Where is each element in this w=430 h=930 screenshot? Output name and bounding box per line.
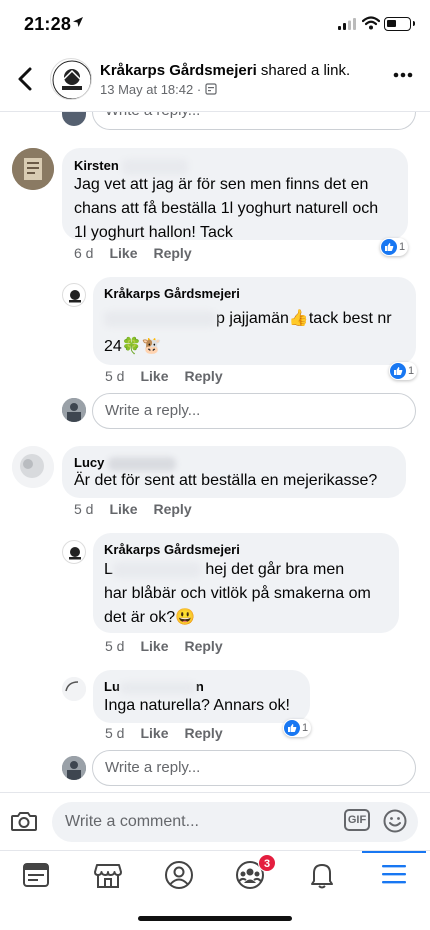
- reply-text: Inga naturella? Annars ok!: [104, 697, 290, 714]
- commenter-avatar[interactable]: [12, 148, 54, 190]
- comment-actions: 5 d Like Reply: [74, 501, 208, 517]
- post-date[interactable]: 13 May at 18:42 ·: [100, 82, 205, 97]
- tab-menu[interactable]: [362, 851, 426, 891]
- reply-time[interactable]: 5 d: [105, 368, 124, 384]
- shared-action: shared a link.: [256, 62, 351, 79]
- reply-bubble[interactable]: Kråkarps Gårdsmejeri p jajjamän👍tack bes…: [93, 277, 416, 365]
- back-arrow-icon[interactable]: [14, 64, 38, 94]
- like-reaction-icon: [284, 720, 300, 736]
- comment-time[interactable]: 5 d: [74, 501, 93, 517]
- user-avatar: [62, 398, 86, 422]
- page-avatar[interactable]: [50, 58, 92, 100]
- gif-button[interactable]: GIF: [344, 809, 370, 831]
- reply-text: p jajjamän👍tack best nr 24🍀🐮: [104, 310, 392, 355]
- reply-author-name[interactable]: Kråkarps Gårdsmejeri: [104, 542, 240, 557]
- marketplace-icon[interactable]: [88, 859, 128, 891]
- reply-text: L hej det går bra men har blåbär och vit…: [104, 561, 371, 626]
- status-bar: 21:28: [0, 0, 430, 50]
- page-reply-avatar[interactable]: [62, 540, 86, 564]
- like-reaction-icon: [381, 239, 397, 255]
- reaction-count[interactable]: 1: [380, 238, 409, 256]
- comment-input[interactable]: Write a comment... GIF: [52, 802, 418, 842]
- reply-actions: 5 d Like Reply: [105, 368, 239, 384]
- bell-icon[interactable]: [302, 859, 342, 891]
- reply-actions: 5 d Like Reply: [105, 638, 239, 654]
- comment-text: Är det för sent att beställa en mejerika…: [74, 472, 378, 489]
- more-options-icon[interactable]: [393, 72, 413, 78]
- home-indicator: [138, 916, 292, 921]
- reply-button[interactable]: Reply: [153, 245, 191, 261]
- reply-time[interactable]: 5 d: [105, 638, 124, 654]
- commenter-name[interactable]: Lu n: [104, 679, 204, 694]
- reaction-count[interactable]: 1: [389, 362, 418, 380]
- notification-badge: 3: [258, 854, 276, 872]
- commenter-avatar[interactable]: [62, 677, 86, 701]
- emoji-icon[interactable]: [382, 808, 408, 834]
- battery-icon: [384, 17, 415, 31]
- like-button[interactable]: Like: [109, 501, 137, 517]
- like-button[interactable]: Like: [140, 725, 168, 741]
- like-button[interactable]: Like: [140, 368, 168, 384]
- page-reply-avatar[interactable]: [62, 283, 86, 307]
- reaction-count[interactable]: 1: [283, 719, 312, 737]
- privacy-icon: [205, 83, 217, 95]
- location-arrow-icon: [73, 17, 83, 27]
- reply-bubble[interactable]: Kråkarps Gårdsmejeri L hej det går bra m…: [93, 533, 399, 633]
- reply-button[interactable]: Reply: [184, 725, 222, 741]
- comment-placeholder: Write a comment...: [65, 813, 199, 830]
- profile-icon[interactable]: [159, 859, 199, 891]
- user-avatar: [62, 756, 86, 780]
- like-reaction-icon: [390, 363, 406, 379]
- post-author-line: Kråkarps Gårdsmejeri shared a link.: [100, 62, 350, 79]
- comment-text: Jag vet att jag är för sen men finns det…: [74, 176, 379, 241]
- status-time: 21:28: [24, 14, 72, 34]
- post-header: Kråkarps Gårdsmejeri shared a link. 13 M…: [0, 50, 430, 112]
- reply-button[interactable]: Reply: [184, 638, 222, 654]
- reply-placeholder: Write a reply...: [105, 402, 201, 419]
- reply-button[interactable]: Reply: [184, 368, 222, 384]
- commenter-avatar[interactable]: [12, 446, 54, 488]
- camera-icon[interactable]: [10, 809, 38, 833]
- reply-actions: 5 d Like Reply: [105, 725, 239, 741]
- wifi-icon: [362, 16, 380, 30]
- like-button[interactable]: Like: [140, 638, 168, 654]
- reply-placeholder: Write a reply...: [105, 759, 201, 776]
- comment-bubble[interactable]: Kirsten Jag vet att jag är för sen men f…: [62, 148, 408, 241]
- comment-time[interactable]: 6 d: [74, 245, 93, 261]
- comment-bubble[interactable]: Lucy Är det för sent att beställa en mej…: [62, 446, 406, 498]
- reply-input[interactable]: Write a reply...: [92, 393, 416, 429]
- reply-input[interactable]: Write a reply...: [92, 750, 416, 786]
- hamburger-menu-icon: [382, 865, 406, 884]
- news-feed-icon[interactable]: [16, 859, 56, 891]
- reply-time[interactable]: 5 d: [105, 725, 124, 741]
- like-button[interactable]: Like: [109, 245, 137, 261]
- reply-bubble[interactable]: Lu n Inga naturella? Annars ok!: [93, 670, 310, 723]
- cellular-signal-icon: [338, 18, 356, 30]
- reply-button[interactable]: Reply: [153, 501, 191, 517]
- comment-composer: Write a comment... GIF: [0, 792, 430, 850]
- page-name[interactable]: Kråkarps Gårdsmejeri: [100, 62, 257, 79]
- comment-actions: 6 d Like Reply: [74, 245, 208, 261]
- post-date-line: 13 May at 18:42 ·: [100, 82, 217, 97]
- reply-author-name[interactable]: Kråkarps Gårdsmejeri: [104, 286, 240, 301]
